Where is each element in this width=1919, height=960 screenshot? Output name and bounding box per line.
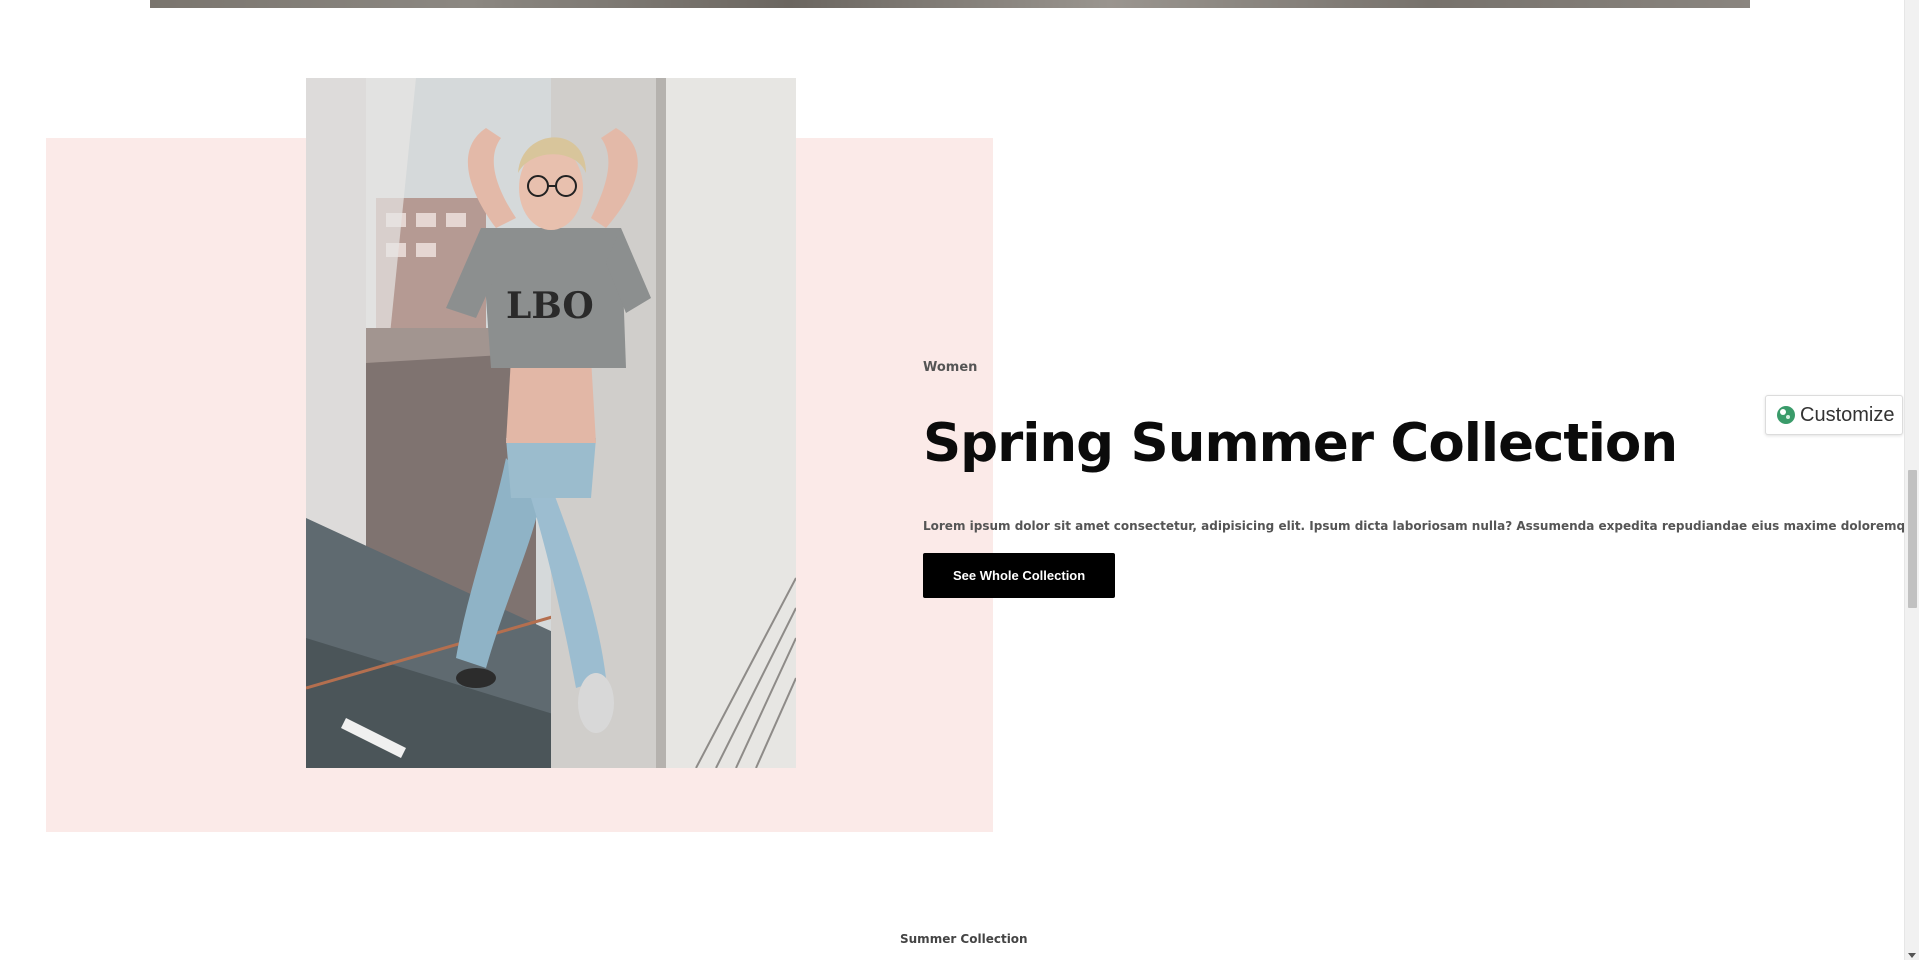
scroll-down-arrow-icon[interactable] — [1908, 953, 1916, 958]
customize-button[interactable]: Customize — [1765, 395, 1903, 435]
model-photo-image: LBO — [306, 78, 796, 768]
hero-description: Lorem ipsum dolor sit amet consectetur, … — [923, 519, 1919, 534]
svg-text:LBO: LBO — [506, 285, 594, 327]
page: LBO Women Spring Summer Collection Lorem… — [0, 0, 1919, 960]
summer-collection-label: Summer Collection — [900, 932, 1028, 946]
palette-icon — [1777, 406, 1795, 424]
customize-label: Customize — [1800, 403, 1895, 426]
see-whole-collection-button[interactable]: See Whole Collection — [923, 553, 1116, 599]
previous-section-image — [150, 0, 1750, 8]
scrollbar-thumb[interactable] — [1908, 470, 1917, 608]
category-label: Women — [923, 360, 978, 375]
vertical-scrollbar[interactable] — [1904, 0, 1919, 960]
